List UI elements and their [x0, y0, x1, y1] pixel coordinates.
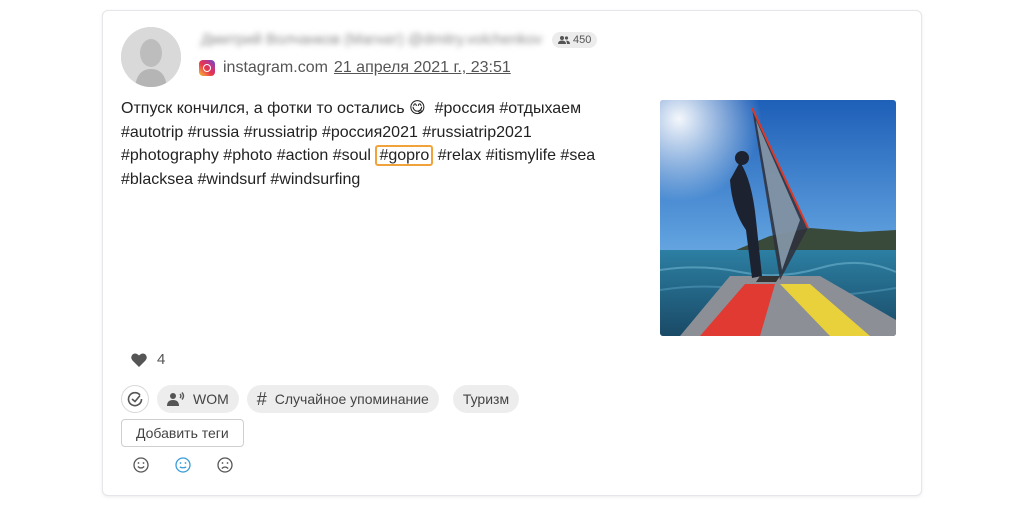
add-tags-button[interactable]: Добавить теги	[121, 419, 244, 447]
tag-tourism-label: Туризм	[462, 391, 510, 407]
check-circle-icon	[127, 391, 143, 407]
source-site: instagram.com	[223, 59, 328, 76]
tag-wom-label: WOM	[193, 391, 229, 407]
emoji: 😋	[409, 100, 426, 117]
tag-tourism[interactable]: Туризм	[452, 385, 520, 413]
post-line3-after: #relax #itismylife #sea	[437, 147, 596, 164]
author-avatar[interactable]	[121, 27, 181, 87]
post-text: Отпуск кончился, а фотки то остались 😋 #…	[121, 97, 621, 191]
neutral-face-icon[interactable]	[175, 457, 191, 473]
add-tags-label: Добавить теги	[136, 425, 229, 441]
negative-face-icon[interactable]	[217, 457, 233, 473]
post-card: Дмитрий Волчанков (Магнат) @dmitry.volch…	[102, 10, 922, 496]
heart-icon[interactable]	[131, 352, 147, 367]
mark-processed-button[interactable]	[121, 385, 149, 413]
author-name[interactable]: Дмитрий Волчанков (Магнат) @dmitry.volch…	[201, 31, 542, 48]
people-icon	[558, 35, 571, 44]
speaking-person-icon	[167, 392, 185, 406]
likes-count: 4	[157, 351, 166, 368]
tag-random-mention-label: Случайное упоминание	[274, 391, 429, 407]
likes: 4	[131, 351, 165, 368]
post-date-link[interactable]: 21 апреля 2021 г., 23:51	[334, 59, 511, 77]
audience-badge: 450	[552, 31, 598, 48]
post-photo[interactable]	[660, 100, 896, 336]
author-row: Дмитрий Волчанков (Магнат) @dmitry.volch…	[201, 31, 598, 48]
post-line1-tags: #россия #отдыхаем	[434, 100, 582, 117]
post-line1-text: Отпуск кончился, а фотки то остались	[121, 100, 405, 117]
highlighted-hashtag: #gopro	[375, 145, 434, 166]
tags-row: WOM # Случайное упоминание Туризм	[121, 385, 520, 413]
post-line3-before: #photography #photo #action #soul	[121, 147, 371, 164]
hash-icon: #	[256, 388, 267, 409]
post-line2: #autotrip #russia #russiatrip #россия202…	[121, 123, 532, 141]
tag-random-mention[interactable]: # Случайное упоминание	[246, 385, 439, 413]
instagram-icon	[199, 60, 215, 76]
positive-face-icon[interactable]	[133, 457, 149, 473]
sentiment-selector	[133, 457, 233, 473]
audience-count: 450	[573, 33, 592, 46]
tag-wom[interactable]: WOM	[157, 385, 239, 413]
post-line4: #blacksea #windsurf #windsurfing	[121, 170, 361, 188]
source-row: instagram.com 21 апреля 2021 г., 23:51	[199, 59, 511, 77]
